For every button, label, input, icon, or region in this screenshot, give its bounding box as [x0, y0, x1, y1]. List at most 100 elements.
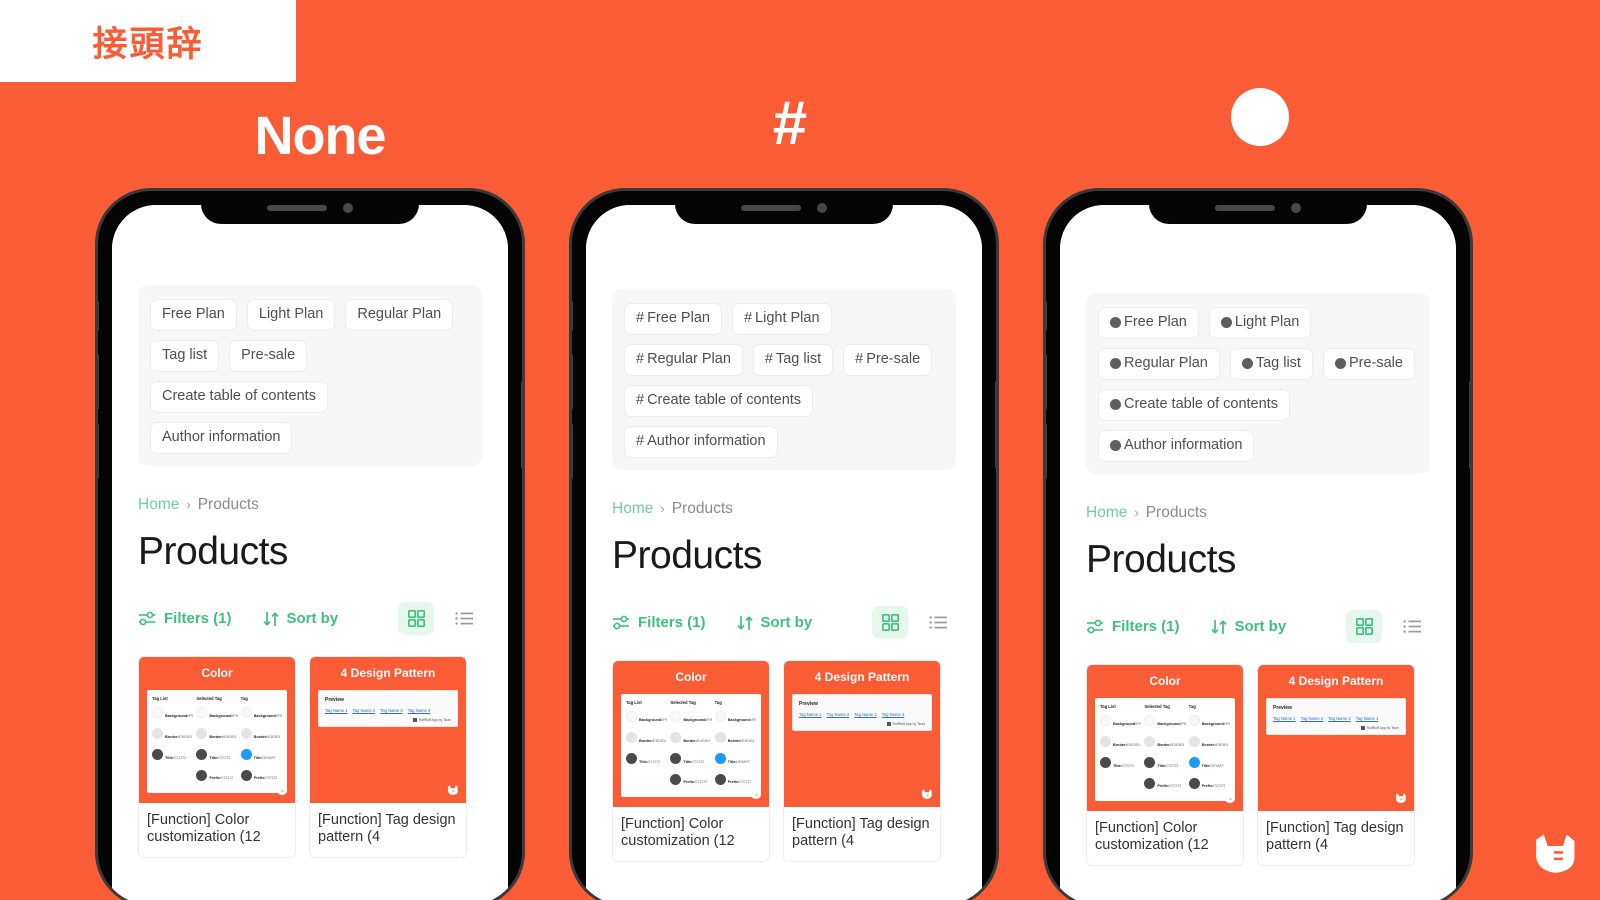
breadcrumb-home-link[interactable]: Home: [612, 500, 653, 518]
arrows-up-down-icon: [736, 615, 753, 630]
tag-chip[interactable]: Tag list: [1229, 347, 1313, 380]
product-card[interactable]: 4 Design Pattern Preview Tag Name 1 Tag …: [1257, 663, 1415, 867]
swatch-name: Border: [209, 734, 222, 739]
power-button[interactable]: [521, 381, 522, 469]
grid-view-button[interactable]: [1346, 610, 1382, 644]
product-card-grid: Color Tag List Background#F9F9F9 Border#…: [612, 659, 956, 863]
swatch-dot: [152, 728, 163, 740]
swatch-dot: [196, 728, 208, 740]
volume-down-button[interactable]: [98, 423, 99, 479]
tag-chip[interactable]: # Free Plan: [624, 303, 722, 335]
volume-up-button[interactable]: [98, 354, 99, 410]
dot-prefix-icon: [1334, 358, 1346, 370]
tag-chip[interactable]: Tag list: [150, 339, 220, 372]
tag-chip[interactable]: # Author information: [624, 425, 778, 458]
tag-chip[interactable]: Create table of contents: [1098, 388, 1290, 421]
breadcrumb-home-link[interactable]: Home: [138, 496, 179, 514]
sort-button[interactable]: Sort by: [736, 614, 812, 631]
mute-switch[interactable]: [1046, 301, 1047, 331]
tag-chip[interactable]: Author information: [1098, 429, 1255, 462]
sort-button[interactable]: Sort by: [262, 610, 338, 627]
swatch-column-head: Tag List: [626, 699, 642, 705]
filters-button[interactable]: Filters (1): [138, 610, 232, 627]
tag-chip[interactable]: Pre-sale: [1322, 347, 1415, 380]
preview-tag: Tag Name 1: [1273, 715, 1296, 721]
breadcrumb-home-link[interactable]: Home: [1086, 504, 1127, 522]
power-button[interactable]: [995, 381, 996, 469]
mute-switch[interactable]: [98, 301, 99, 331]
filters-button[interactable]: Filters (1): [1086, 618, 1180, 635]
volume-up-button[interactable]: [1046, 354, 1047, 410]
list-view-button[interactable]: [1394, 610, 1430, 643]
tag-chip[interactable]: Regular Plan: [345, 299, 454, 331]
preview-tag-list: Tag Name 1 Tag Name 2 Tag Name 3 Tag Nam…: [325, 708, 451, 713]
swatch-name: Border: [1157, 742, 1170, 747]
color-swatch-table: Tag List Background#F9F9F9 Border#E4E4E4…: [621, 693, 761, 798]
swatch-column: Tag List Background#F9F9F9 Border#E4E4E4…: [1100, 704, 1141, 796]
hash-prefix-icon: #: [636, 432, 645, 449]
swatch-row: Title#727272: [1144, 754, 1185, 772]
hash-prefix-icon: #: [636, 310, 645, 326]
swatch-hex: #F9F9F9: [749, 717, 756, 722]
product-card[interactable]: 4 Design Pattern Preview Tag Name 1 Tag …: [309, 655, 467, 859]
swatch-hex: #F9F9F9: [275, 713, 282, 718]
tag-chip-label: Light Plan: [258, 306, 324, 322]
tag-chip-label: Light Plan: [755, 310, 820, 326]
product-card[interactable]: Color Tag List Background#F9F9F9 Border#…: [138, 655, 296, 859]
app-viewport: # Free Plan # Light Plan # Regular Plan # Ta…: [586, 205, 982, 900]
tag-chip-label: Free Plan: [162, 306, 225, 322]
filters-button[interactable]: Filters (1): [612, 614, 706, 631]
product-card-grid: Color Tag List Background#F9F9F9 Border#…: [138, 655, 482, 859]
tag-chip[interactable]: Light Plan: [1208, 307, 1312, 339]
tag-chip[interactable]: Free Plan: [1098, 307, 1199, 339]
tag-chip[interactable]: Regular Plan: [1098, 347, 1220, 380]
swatch-name: Background: [1113, 721, 1136, 726]
tag-chip[interactable]: Create table of contents: [150, 380, 328, 413]
power-button[interactable]: [1469, 381, 1470, 469]
tag-chip[interactable]: # Regular Plan: [624, 343, 743, 376]
product-card[interactable]: Color Tag List Background#F9F9F9 Border#…: [612, 659, 770, 863]
swatch-name: Border: [1201, 742, 1215, 747]
swatch-name: Border: [639, 738, 652, 743]
tag-chip[interactable]: Light Plan: [246, 299, 336, 331]
tag-chip[interactable]: # Create table of contents: [624, 384, 814, 417]
grid-view-button[interactable]: [398, 602, 434, 636]
page-title: Products: [138, 529, 288, 573]
volume-down-button[interactable]: [1046, 423, 1047, 479]
list-view-button[interactable]: [920, 606, 956, 639]
tag-chip[interactable]: # Tag list: [752, 343, 834, 376]
swatch-name: Background: [165, 713, 188, 718]
tag-chip[interactable]: # Light Plan: [731, 303, 832, 335]
tag-chip[interactable]: Author information: [150, 421, 293, 454]
swatch-name: Background: [1201, 721, 1224, 726]
swatch-hex: #E4E4E4: [221, 734, 237, 739]
product-card[interactable]: Color Tag List Background#F9F9F9 Border#…: [1086, 663, 1244, 867]
swatch-name: Title: [1157, 763, 1166, 768]
breadcrumb: Home › Products: [1086, 504, 1430, 522]
sort-button[interactable]: Sort by: [1210, 618, 1286, 635]
volume-up-button[interactable]: [572, 354, 573, 410]
hash-prefix-icon: #: [855, 350, 864, 367]
swatch-dot: [1144, 778, 1156, 790]
tag-chip-label: Regular Plan: [1124, 354, 1208, 371]
mute-switch[interactable]: [572, 301, 573, 331]
volume-down-button[interactable]: [572, 423, 573, 479]
grid-view-button[interactable]: [872, 606, 908, 640]
product-card[interactable]: 4 Design Pattern Preview Tag Name 1 Tag …: [783, 659, 941, 863]
tag-chip[interactable]: # Pre-sale: [843, 343, 933, 376]
tag-chip[interactable]: Free Plan: [150, 299, 237, 331]
view-toggle-group: [398, 602, 482, 636]
swatch-dot: [240, 749, 252, 761]
thumbnail-title: 4 Design Pattern: [340, 665, 436, 680]
swatch-dot: [1100, 757, 1111, 769]
list-view-button[interactable]: [446, 602, 482, 635]
swatch-row: Title#727272: [670, 750, 711, 768]
product-card-caption: [Function] Tag design pattern (4: [1266, 819, 1404, 854]
breadcrumb-separator-icon: ›: [186, 497, 191, 513]
swatch-dot: [240, 770, 252, 782]
preview-footer-label: RuffRuff App by Tsuni: [1366, 725, 1399, 730]
swatch-dot: [196, 749, 208, 761]
product-thumbnail: Color Tag List Background#F9F9F9 Border#…: [139, 656, 295, 803]
tag-chip[interactable]: Pre-sale: [229, 339, 308, 372]
swatch-dot: [626, 711, 637, 723]
